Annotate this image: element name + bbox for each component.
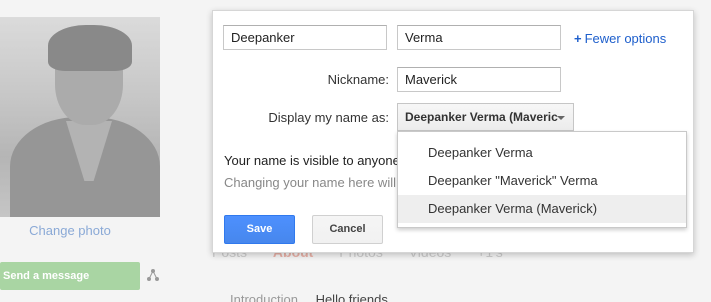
dropdown-option-selected[interactable]: Deepanker Verma (Maverick) xyxy=(398,195,686,223)
change-warning-note: Changing your name here will xyxy=(224,175,396,190)
cancel-button[interactable]: Cancel xyxy=(312,215,383,244)
profile-photo[interactable] xyxy=(0,17,160,217)
plus-icon: + xyxy=(574,31,582,46)
first-name-field[interactable] xyxy=(223,25,387,50)
change-photo-link[interactable]: Change photo xyxy=(0,223,140,238)
visibility-note: Your name is visible to anyone xyxy=(224,153,400,168)
dropdown-option[interactable]: Deepanker "Maverick" Verma xyxy=(398,167,686,195)
nickname-field[interactable] xyxy=(397,67,561,92)
photo-overlay xyxy=(0,17,160,217)
display-name-value: Deepanker Verma (Maveric xyxy=(405,110,558,124)
last-name-field[interactable] xyxy=(397,25,561,50)
chevron-down-icon xyxy=(557,116,565,120)
fewer-options-label: Fewer options xyxy=(584,31,667,46)
display-name-label: Display my name as: xyxy=(268,110,389,125)
display-name-select[interactable]: Deepanker Verma (Maveric xyxy=(397,103,574,131)
share-icon[interactable] xyxy=(146,268,160,282)
intro-row: Introduction Hello friends xyxy=(230,292,388,302)
dropdown-option[interactable]: Deepanker Verma xyxy=(398,139,686,167)
send-message-button[interactable]: Send a message xyxy=(0,262,140,290)
save-button[interactable]: Save xyxy=(224,215,295,244)
intro-label: Introduction xyxy=(230,292,298,302)
fewer-options-link[interactable]: + Fewer options xyxy=(574,31,666,46)
nickname-label: Nickname: xyxy=(327,72,389,87)
display-name-dropdown: Deepanker Verma Deepanker "Maverick" Ver… xyxy=(397,131,687,228)
intro-value: Hello friends xyxy=(315,292,388,302)
